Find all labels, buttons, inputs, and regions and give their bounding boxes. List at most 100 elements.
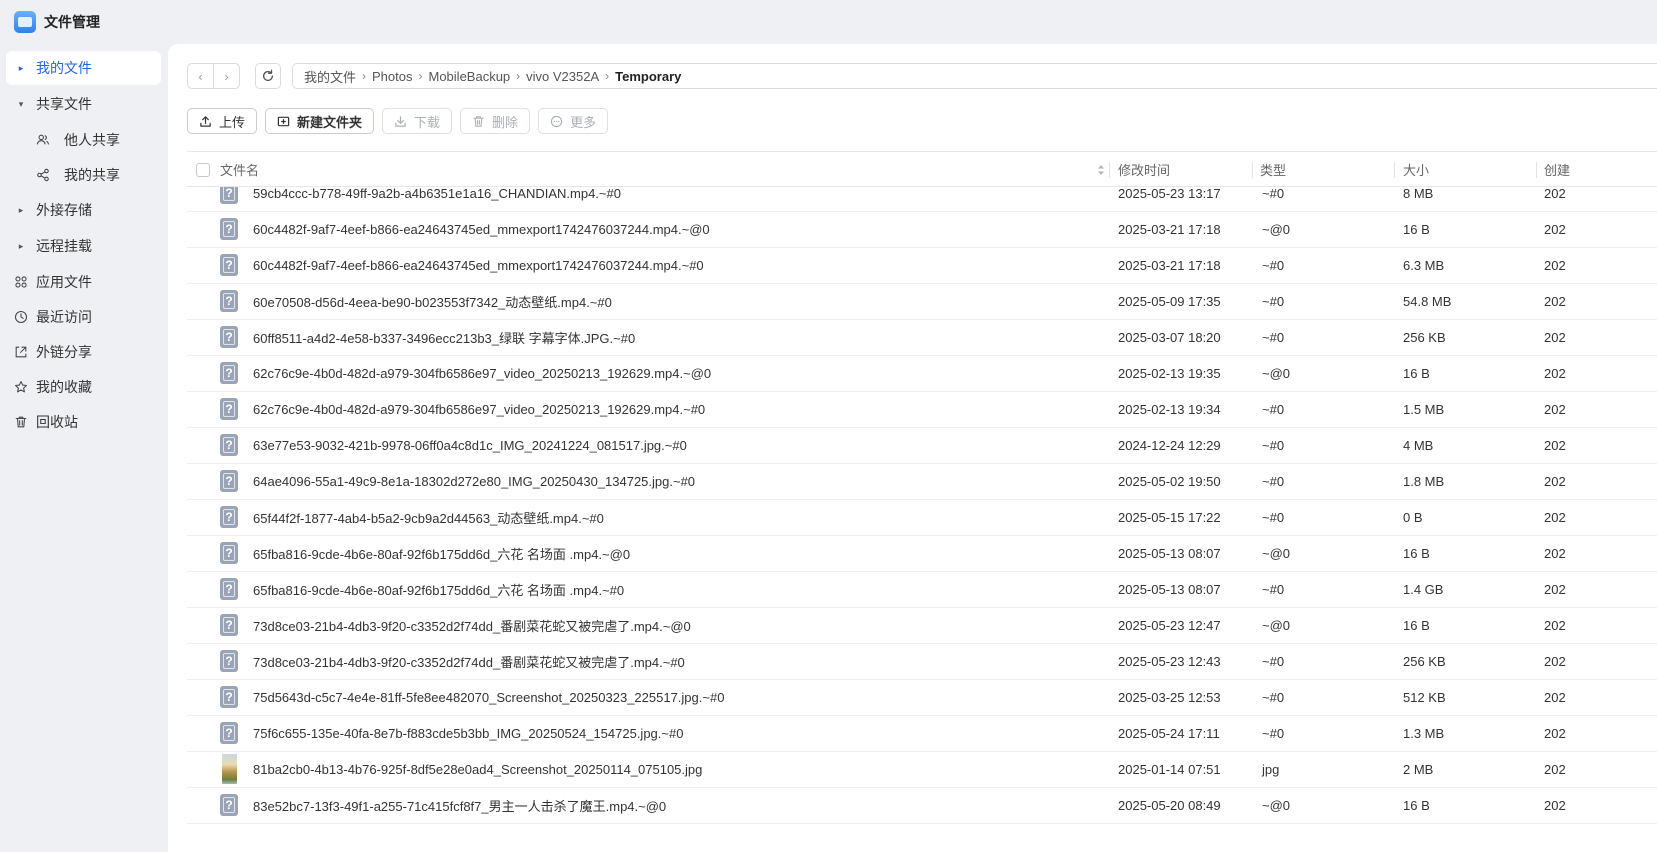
column-modified[interactable]: 修改时间 — [1118, 152, 1170, 187]
sidebar-item[interactable]: 我的共享 — [6, 158, 161, 192]
upload-button[interactable]: 上传 — [187, 108, 258, 134]
breadcrumb-item[interactable]: MobileBackup — [429, 69, 511, 84]
delete-button[interactable]: 删除 — [460, 108, 531, 134]
file-name[interactable]: 65fba816-9cde-4b6e-80af-92f6b175dd6d_六花 … — [253, 572, 624, 607]
column-divider[interactable] — [1394, 162, 1395, 178]
breadcrumb-item[interactable]: vivo V2352A — [526, 69, 599, 84]
breadcrumb-item[interactable]: Temporary — [615, 69, 681, 84]
table-row[interactable]: ? 62c76c9e-4b0d-482d-a979-304fb6586e97_vi… — [187, 392, 1657, 428]
sidebar-item[interactable]: 回收站 — [6, 405, 161, 439]
file-name[interactable]: 60c4482f-9af7-4eef-b866-ea24643745ed_mme… — [253, 248, 704, 283]
table-row[interactable]: ? 65fba816-9cde-4b6e-80af-92f6b175dd6d_六花… — [187, 572, 1657, 608]
file-name[interactable]: 60c4482f-9af7-4eef-b866-ea24643745ed_mme… — [253, 212, 710, 247]
forward-button[interactable]: › — [213, 64, 239, 88]
breadcrumb-item[interactable]: Photos — [372, 69, 412, 84]
caret-right-icon[interactable]: ▸ — [6, 63, 36, 74]
select-all-checkbox-cell[interactable] — [196, 152, 210, 187]
file-name[interactable]: 63e77e53-9032-421b-9978-06ff0a4c8d1c_IMG… — [253, 428, 687, 463]
folder-app-icon — [14, 11, 36, 33]
file-name[interactable]: 81ba2cb0-4b13-4b76-925f-8df5e28e0ad4_Scr… — [253, 752, 702, 787]
sidebar-item[interactable]: 他人共享 — [6, 123, 161, 157]
table-row[interactable]: ? 83e52bc7-13f3-49f1-a255-71c415fcf8f7_男主… — [187, 788, 1657, 824]
unknown-file-icon: ? — [220, 650, 238, 672]
file-name[interactable]: 65fba816-9cde-4b6e-80af-92f6b175dd6d_六花 … — [253, 536, 630, 571]
table-row[interactable]: ? 63e77e53-9032-421b-9978-06ff0a4c8d1c_IM… — [187, 428, 1657, 464]
file-name[interactable]: 73d8ce03-21b4-4db3-9f20-c3352d2f74dd_番剧菜… — [253, 608, 691, 643]
modified-time: 2025-05-23 12:47 — [1118, 618, 1221, 633]
delete-label: 删除 — [492, 114, 519, 130]
table-row[interactable]: ? 60c4482f-9af7-4eef-b866-ea24643745ed_mm… — [187, 212, 1657, 248]
sidebar-item[interactable]: ▸ 我的文件 — [6, 51, 161, 85]
table-row[interactable]: ? 60e70508-d56d-4eea-be90-b023553f7342_动态… — [187, 284, 1657, 320]
sidebar-item[interactable]: ▾ 共享文件 — [6, 87, 161, 121]
table-row[interactable]: ? 64ae4096-55a1-49c9-8e1a-18302d272e80_IM… — [187, 464, 1657, 500]
users-icon — [28, 133, 58, 147]
file-name[interactable]: 62c76c9e-4b0d-482d-a979-304fb6586e97_vid… — [253, 356, 711, 391]
column-divider[interactable] — [1252, 162, 1253, 178]
caret-down-icon[interactable]: ▾ — [6, 99, 36, 110]
column-type[interactable]: 类型 — [1260, 152, 1286, 187]
table-row[interactable]: 81ba2cb0-4b13-4b76-925f-8df5e28e0ad4_Scr… — [187, 752, 1657, 788]
sidebar-item-label: 远程挂载 — [36, 238, 92, 254]
table-row[interactable]: ? 60c4482f-9af7-4eef-b866-ea24643745ed_mm… — [187, 248, 1657, 284]
file-name[interactable]: 65f44f2f-1877-4ab4-b5a2-9cb9a2d44563_动态壁… — [253, 500, 604, 535]
unknown-file-icon: ? — [220, 506, 238, 528]
breadcrumb-separator-icon: › — [605, 69, 610, 83]
back-button[interactable]: ‹ — [188, 64, 213, 88]
file-name[interactable]: 59cb4ccc-b778-49ff-9a2b-a4b6351e1a16_CHA… — [253, 187, 621, 211]
column-size[interactable]: 大小 — [1403, 152, 1429, 187]
sidebar-item[interactable]: 外链分享 — [6, 335, 161, 369]
file-name[interactable]: 62c76c9e-4b0d-482d-a979-304fb6586e97_vid… — [253, 392, 705, 427]
breadcrumb-separator-icon: › — [418, 69, 423, 83]
caret-right-icon[interactable]: ▸ — [6, 205, 36, 216]
sort-icon[interactable] — [1097, 163, 1105, 177]
column-created[interactable]: 创建 — [1544, 152, 1570, 187]
file-name[interactable]: 64ae4096-55a1-49c9-8e1a-18302d272e80_IMG… — [253, 464, 695, 499]
table-row[interactable]: ? 75d5643d-c5c7-4e4e-81ff-5fe8ee482070_Sc… — [187, 680, 1657, 716]
created-time: 202 — [1544, 762, 1566, 777]
file-name[interactable]: 75f6c655-135e-40fa-8e7b-f883cde5b3bb_IMG… — [253, 716, 683, 751]
select-all-checkbox[interactable] — [196, 162, 210, 177]
sidebar-item[interactable]: 最近访问 — [6, 300, 161, 334]
column-name[interactable]: 文件名 — [220, 152, 259, 187]
breadcrumb-item[interactable]: 我的文件 — [304, 67, 356, 86]
file-name[interactable]: 83e52bc7-13f3-49f1-a255-71c415fcf8f7_男主一… — [253, 788, 666, 823]
sidebar: ▸ 我的文件 ▾ 共享文件 他人共享 我的共享 ▸ 外接存储 ▸ 远程挂载 应用文件 最近访问 外链分享… — [0, 44, 168, 852]
column-divider[interactable] — [1109, 162, 1110, 178]
file-name[interactable]: 60e70508-d56d-4eea-be90-b023553f7342_动态壁… — [253, 284, 612, 319]
download-button[interactable]: 下载 — [382, 108, 453, 134]
refresh-button[interactable] — [255, 63, 281, 89]
table-row[interactable]: ? 65f44f2f-1877-4ab4-b5a2-9cb9a2d44563_动态… — [187, 500, 1657, 536]
file-name[interactable]: 60ff8511-a4d2-4e58-b337-3496ecc213b3_绿联 … — [253, 320, 635, 355]
table-row[interactable]: ? 60ff8511-a4d2-4e58-b337-3496ecc213b3_绿联… — [187, 320, 1657, 356]
file-size: 16 B — [1403, 798, 1430, 813]
column-divider[interactable] — [1536, 162, 1537, 178]
more-button[interactable]: 更多 — [538, 108, 609, 134]
sidebar-item[interactable]: ▸ 外接存储 — [6, 193, 161, 227]
modified-time: 2025-01-14 07:51 — [1118, 762, 1221, 777]
file-name[interactable]: 75d5643d-c5c7-4e4e-81ff-5fe8ee482070_Scr… — [253, 680, 724, 715]
modified-time: 2025-05-23 12:43 — [1118, 654, 1221, 669]
file-size: 54.8 MB — [1403, 294, 1452, 309]
table-row[interactable]: ? 75f6c655-135e-40fa-8e7b-f883cde5b3bb_IM… — [187, 716, 1657, 752]
table-row[interactable]: ? 62c76c9e-4b0d-482d-a979-304fb6586e97_vi… — [187, 356, 1657, 392]
file-name[interactable]: 73d8ce03-21b4-4db3-9f20-c3352d2f74dd_番剧菜… — [253, 644, 685, 679]
sidebar-item[interactable]: 我的收藏 — [6, 370, 161, 404]
file-type: ~@0 — [1262, 798, 1291, 813]
file-type: ~#0 — [1262, 258, 1285, 273]
file-type: ~#0 — [1262, 654, 1285, 669]
sidebar-item[interactable]: ▸ 远程挂载 — [6, 229, 161, 263]
caret-right-icon[interactable]: ▸ — [6, 241, 36, 252]
modified-time: 2025-05-24 17:11 — [1118, 726, 1220, 741]
table-row[interactable]: ? 73d8ce03-21b4-4db3-9f20-c3352d2f74dd_番剧… — [187, 608, 1657, 644]
file-size: 512 KB — [1403, 690, 1446, 705]
toolbar: 上传 新建文件夹 下载 删除 更多 — [187, 108, 609, 134]
upload-icon — [200, 115, 211, 127]
new-folder-button[interactable]: 新建文件夹 — [265, 108, 375, 134]
table-row[interactable]: ? 59cb4ccc-b778-49ff-9a2b-a4b6351e1a16_CH… — [187, 187, 1657, 212]
sidebar-item[interactable]: 应用文件 — [6, 265, 161, 299]
file-size: 1.5 MB — [1403, 402, 1445, 417]
table-row[interactable]: ? 73d8ce03-21b4-4db3-9f20-c3352d2f74dd_番剧… — [187, 644, 1657, 680]
modified-time: 2025-03-07 18:20 — [1118, 330, 1221, 345]
table-row[interactable]: ? 65fba816-9cde-4b6e-80af-92f6b175dd6d_六花… — [187, 536, 1657, 572]
